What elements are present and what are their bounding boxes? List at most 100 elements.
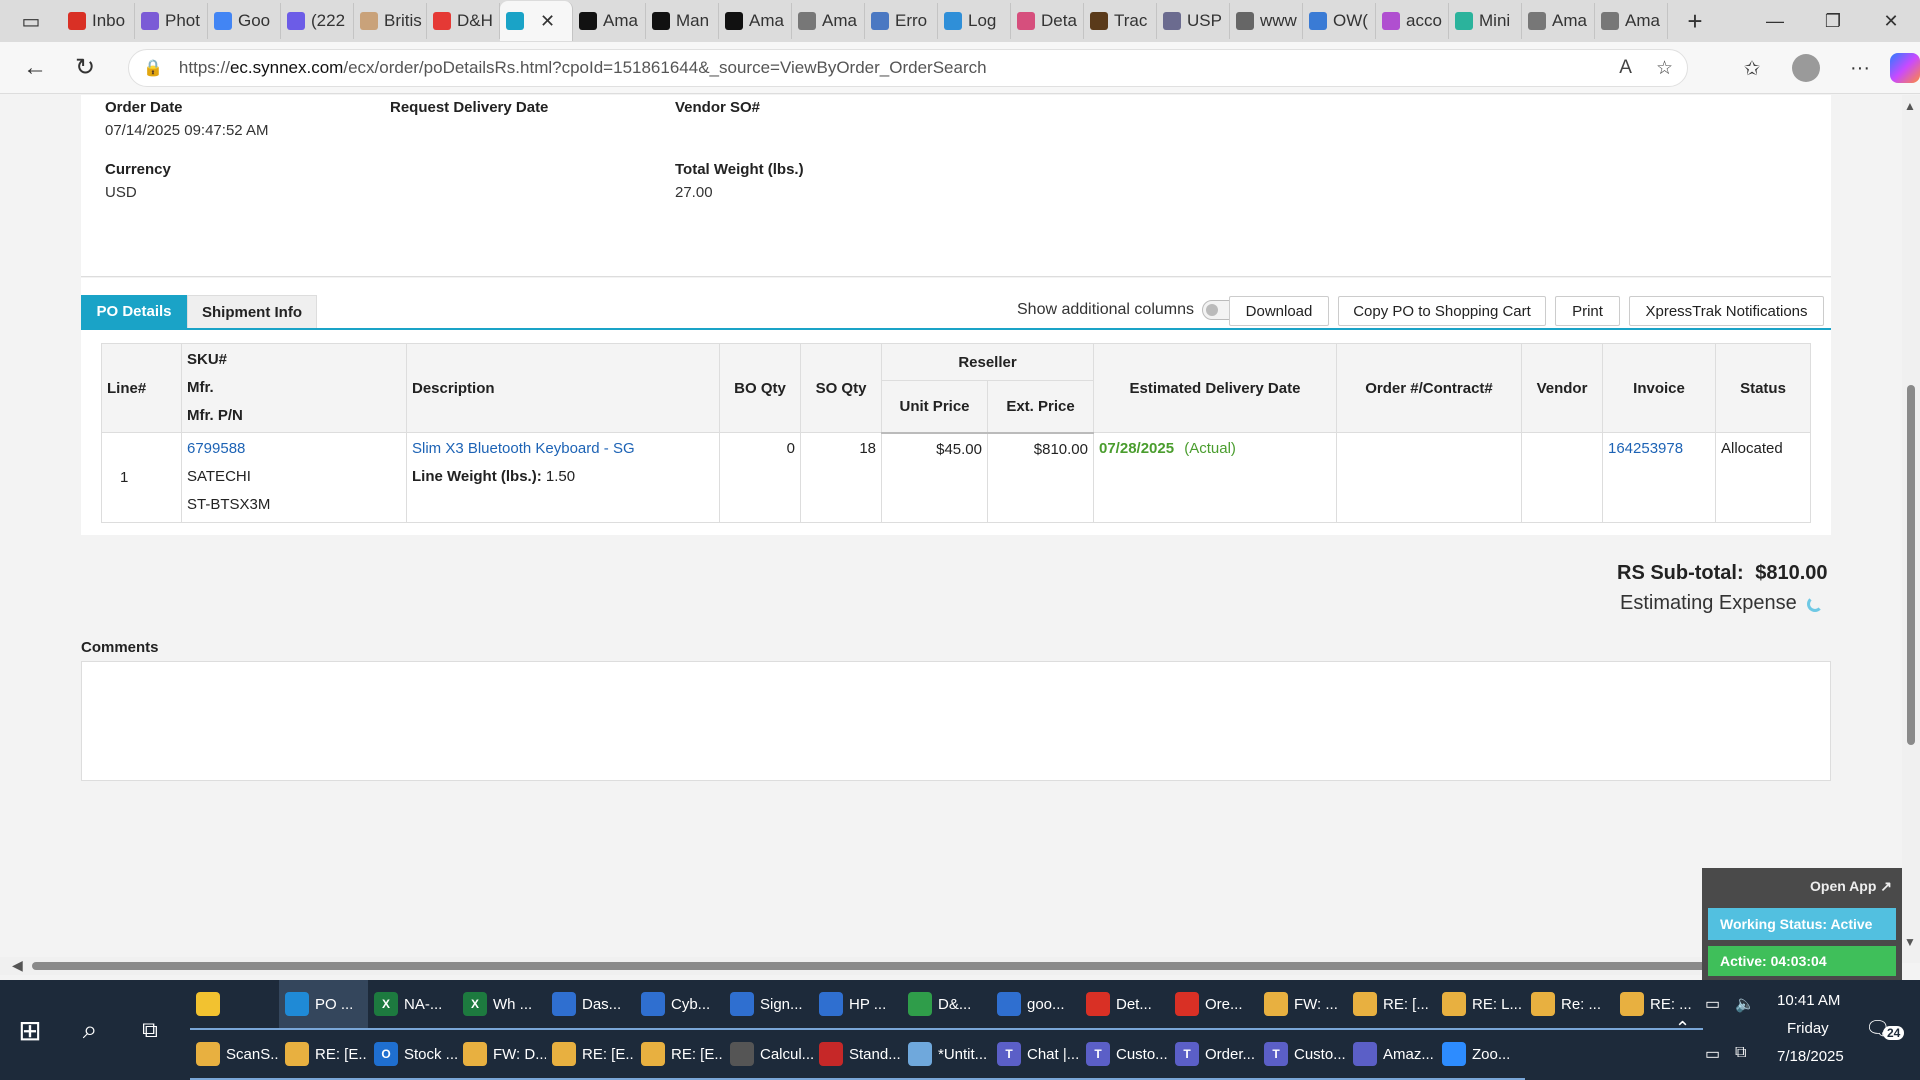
description-link[interactable]: Slim X3 Bluetooth Keyboard - SG [412,435,714,463]
taskbar-item[interactable] [190,980,279,1030]
browser-tab[interactable]: Ama [1595,3,1668,39]
sku-link[interactable]: 6799588 [187,435,401,463]
clock-time[interactable]: 10:41 AM [1777,992,1840,1009]
browser-tab[interactable]: Trac [1084,3,1157,39]
cell-bo-qty: 0 [719,432,801,523]
taskbar-item[interactable]: Ore... [1169,980,1258,1030]
taskbar-item[interactable]: HP ... [813,980,902,1030]
browser-tab[interactable]: Ama [792,3,865,39]
invoice-link[interactable]: 164253978 [1602,432,1716,523]
taskbar-item[interactable]: T Custo... [1258,1030,1347,1080]
task-view-icon[interactable]: ⧉ [130,1010,170,1050]
taskbar-item[interactable]: Das... [546,980,635,1030]
scroll-left-icon[interactable]: ◀ [12,957,23,974]
edge-icon [285,992,309,1016]
taskbar-item[interactable]: D&... [902,980,991,1030]
browser-tab[interactable]: Goo [208,3,281,39]
T-icon: T [1175,1042,1199,1066]
maximize-icon[interactable]: ❐ [1804,0,1862,42]
taskbar-item-label: Cyb... [671,995,711,1013]
read-aloud-icon[interactable]: A [1619,57,1632,79]
taskbar-item[interactable]: RE: [E... [546,1030,635,1080]
copilot-icon[interactable] [1890,53,1920,83]
browser-tab[interactable]: Britis [354,3,427,39]
profile-avatar[interactable] [1792,54,1820,82]
taskbar-item[interactable]: RE: [E... [635,1030,724,1080]
taskbar-item[interactable]: Det... [1080,980,1169,1030]
scroll-up-icon[interactable]: ▲ [1904,99,1916,113]
taskbar-item[interactable]: FW: ... [1258,980,1347,1030]
browser-tab[interactable]: Log [938,3,1011,39]
taskbar-item[interactable]: Re: ... [1525,980,1614,1030]
browser-tab[interactable]: D&H [427,3,500,39]
browser-tab[interactable]: Ama [719,3,792,39]
mail-icon [285,1042,309,1066]
taskbar-item[interactable]: Sign... [724,980,813,1030]
display-icon[interactable]: ⧉ [1735,1044,1746,1062]
browser-tab[interactable]: Mini [1449,3,1522,39]
browser-tab[interactable]: Man [646,3,719,39]
taskbar-item-label: HP ... [849,995,887,1013]
taskbar-item[interactable]: goo... [991,980,1080,1030]
taskbar-item[interactable]: RE: [E... [279,1030,368,1080]
taskbar-item[interactable]: T Custo... [1080,1030,1169,1080]
vertical-scrollbar[interactable]: ▲ ▼ [1902,95,1920,963]
taskbar-item[interactable]: Zoo... [1436,1030,1525,1080]
new-tab-button[interactable]: + [1674,0,1716,42]
volume-icon[interactable]: 🔈 [1735,994,1755,1014]
taskbar-item[interactable]: RE: [... [1347,980,1436,1030]
windows-start-icon[interactable]: ⊞ [10,1010,50,1050]
taskbar-item[interactable]: *Untit... [902,1030,991,1080]
taskbar-item[interactable]: Stand... [813,1030,902,1080]
search-icon[interactable]: ⌕ [70,1010,110,1050]
horizontal-scroll-thumb[interactable] [32,962,1732,970]
browser-tab[interactable]: Phot [135,3,208,39]
tray-chevron-icon[interactable]: ⌃ [1675,1018,1690,1039]
more-menu-icon[interactable]: ··· [1836,48,1884,88]
scroll-down-icon[interactable]: ▼ [1904,935,1916,949]
vertical-scroll-thumb[interactable] [1907,385,1915,745]
browser-tab[interactable]: acco [1376,3,1449,39]
browser-tab[interactable]: www [1230,3,1303,39]
browser-tab[interactable]: Ama [573,3,646,39]
taskbar-item[interactable]: Amaz... [1347,1030,1436,1080]
taskbar-item[interactable]: T Order... [1169,1030,1258,1080]
taskbar-item[interactable]: O Stock ... [368,1030,457,1080]
header-bo-qty: BO Qty [719,343,801,433]
minimize-icon[interactable]: — [1746,0,1804,42]
browser-tab[interactable]: (222 [281,3,354,39]
taskbar-item[interactable]: Calcul... [724,1030,813,1080]
browser-tab[interactable]: Erro [865,3,938,39]
tab-shipment-info[interactable]: Shipment Info [187,295,317,328]
order-date-field: Order Date 07/14/2025 09:47:52 AM [105,99,268,139]
taskbar-item[interactable]: RE: L... [1436,980,1525,1030]
close-window-icon[interactable]: ✕ [1862,0,1920,42]
back-icon[interactable]: ← [10,48,60,88]
network-icon[interactable]: ▭ [1705,1044,1720,1064]
browser-tab[interactable]: USP [1157,3,1230,39]
refresh-icon[interactable]: ↻ [60,48,110,88]
taskbar-item[interactable]: ScanS... [190,1030,279,1080]
tab-close-icon[interactable]: ✕ [540,11,555,32]
taskbar-item[interactable]: FW: D... [457,1030,546,1080]
taskbar-item[interactable]: X Wh ... [457,980,546,1030]
taskbar-item[interactable]: PO ... [279,980,368,1030]
tab-po-details[interactable]: PO Details [81,295,187,328]
favorites-icon[interactable]: ✩ [1728,48,1776,88]
browser-tab[interactable]: Inbo [62,3,135,39]
battery-icon[interactable]: ▭ [1705,994,1720,1014]
horizontal-scrollbar[interactable]: ◀ [0,957,1902,975]
address-input[interactable]: 🔒 https://ec.synnex.com/ecx/order/poDeta… [128,49,1688,87]
tab-actions-menu-icon[interactable]: ▭ [0,0,62,42]
taskbar-item[interactable]: X NA-... [368,980,457,1030]
browser-tab[interactable]: OW( [1303,3,1376,39]
mail-icon [641,1042,665,1066]
browser-tab[interactable]: ✕ [500,1,573,41]
browser-tab[interactable]: Ama [1522,3,1595,39]
taskbar-item[interactable]: Cyb... [635,980,724,1030]
working-status-badge[interactable]: Working Status: Active [1708,908,1896,940]
taskbar-item[interactable]: T Chat |... [991,1030,1080,1080]
favorite-star-icon[interactable]: ☆ [1656,57,1673,80]
open-app-link[interactable]: Open App ↗ [1810,878,1892,895]
browser-tab[interactable]: Deta [1011,3,1084,39]
